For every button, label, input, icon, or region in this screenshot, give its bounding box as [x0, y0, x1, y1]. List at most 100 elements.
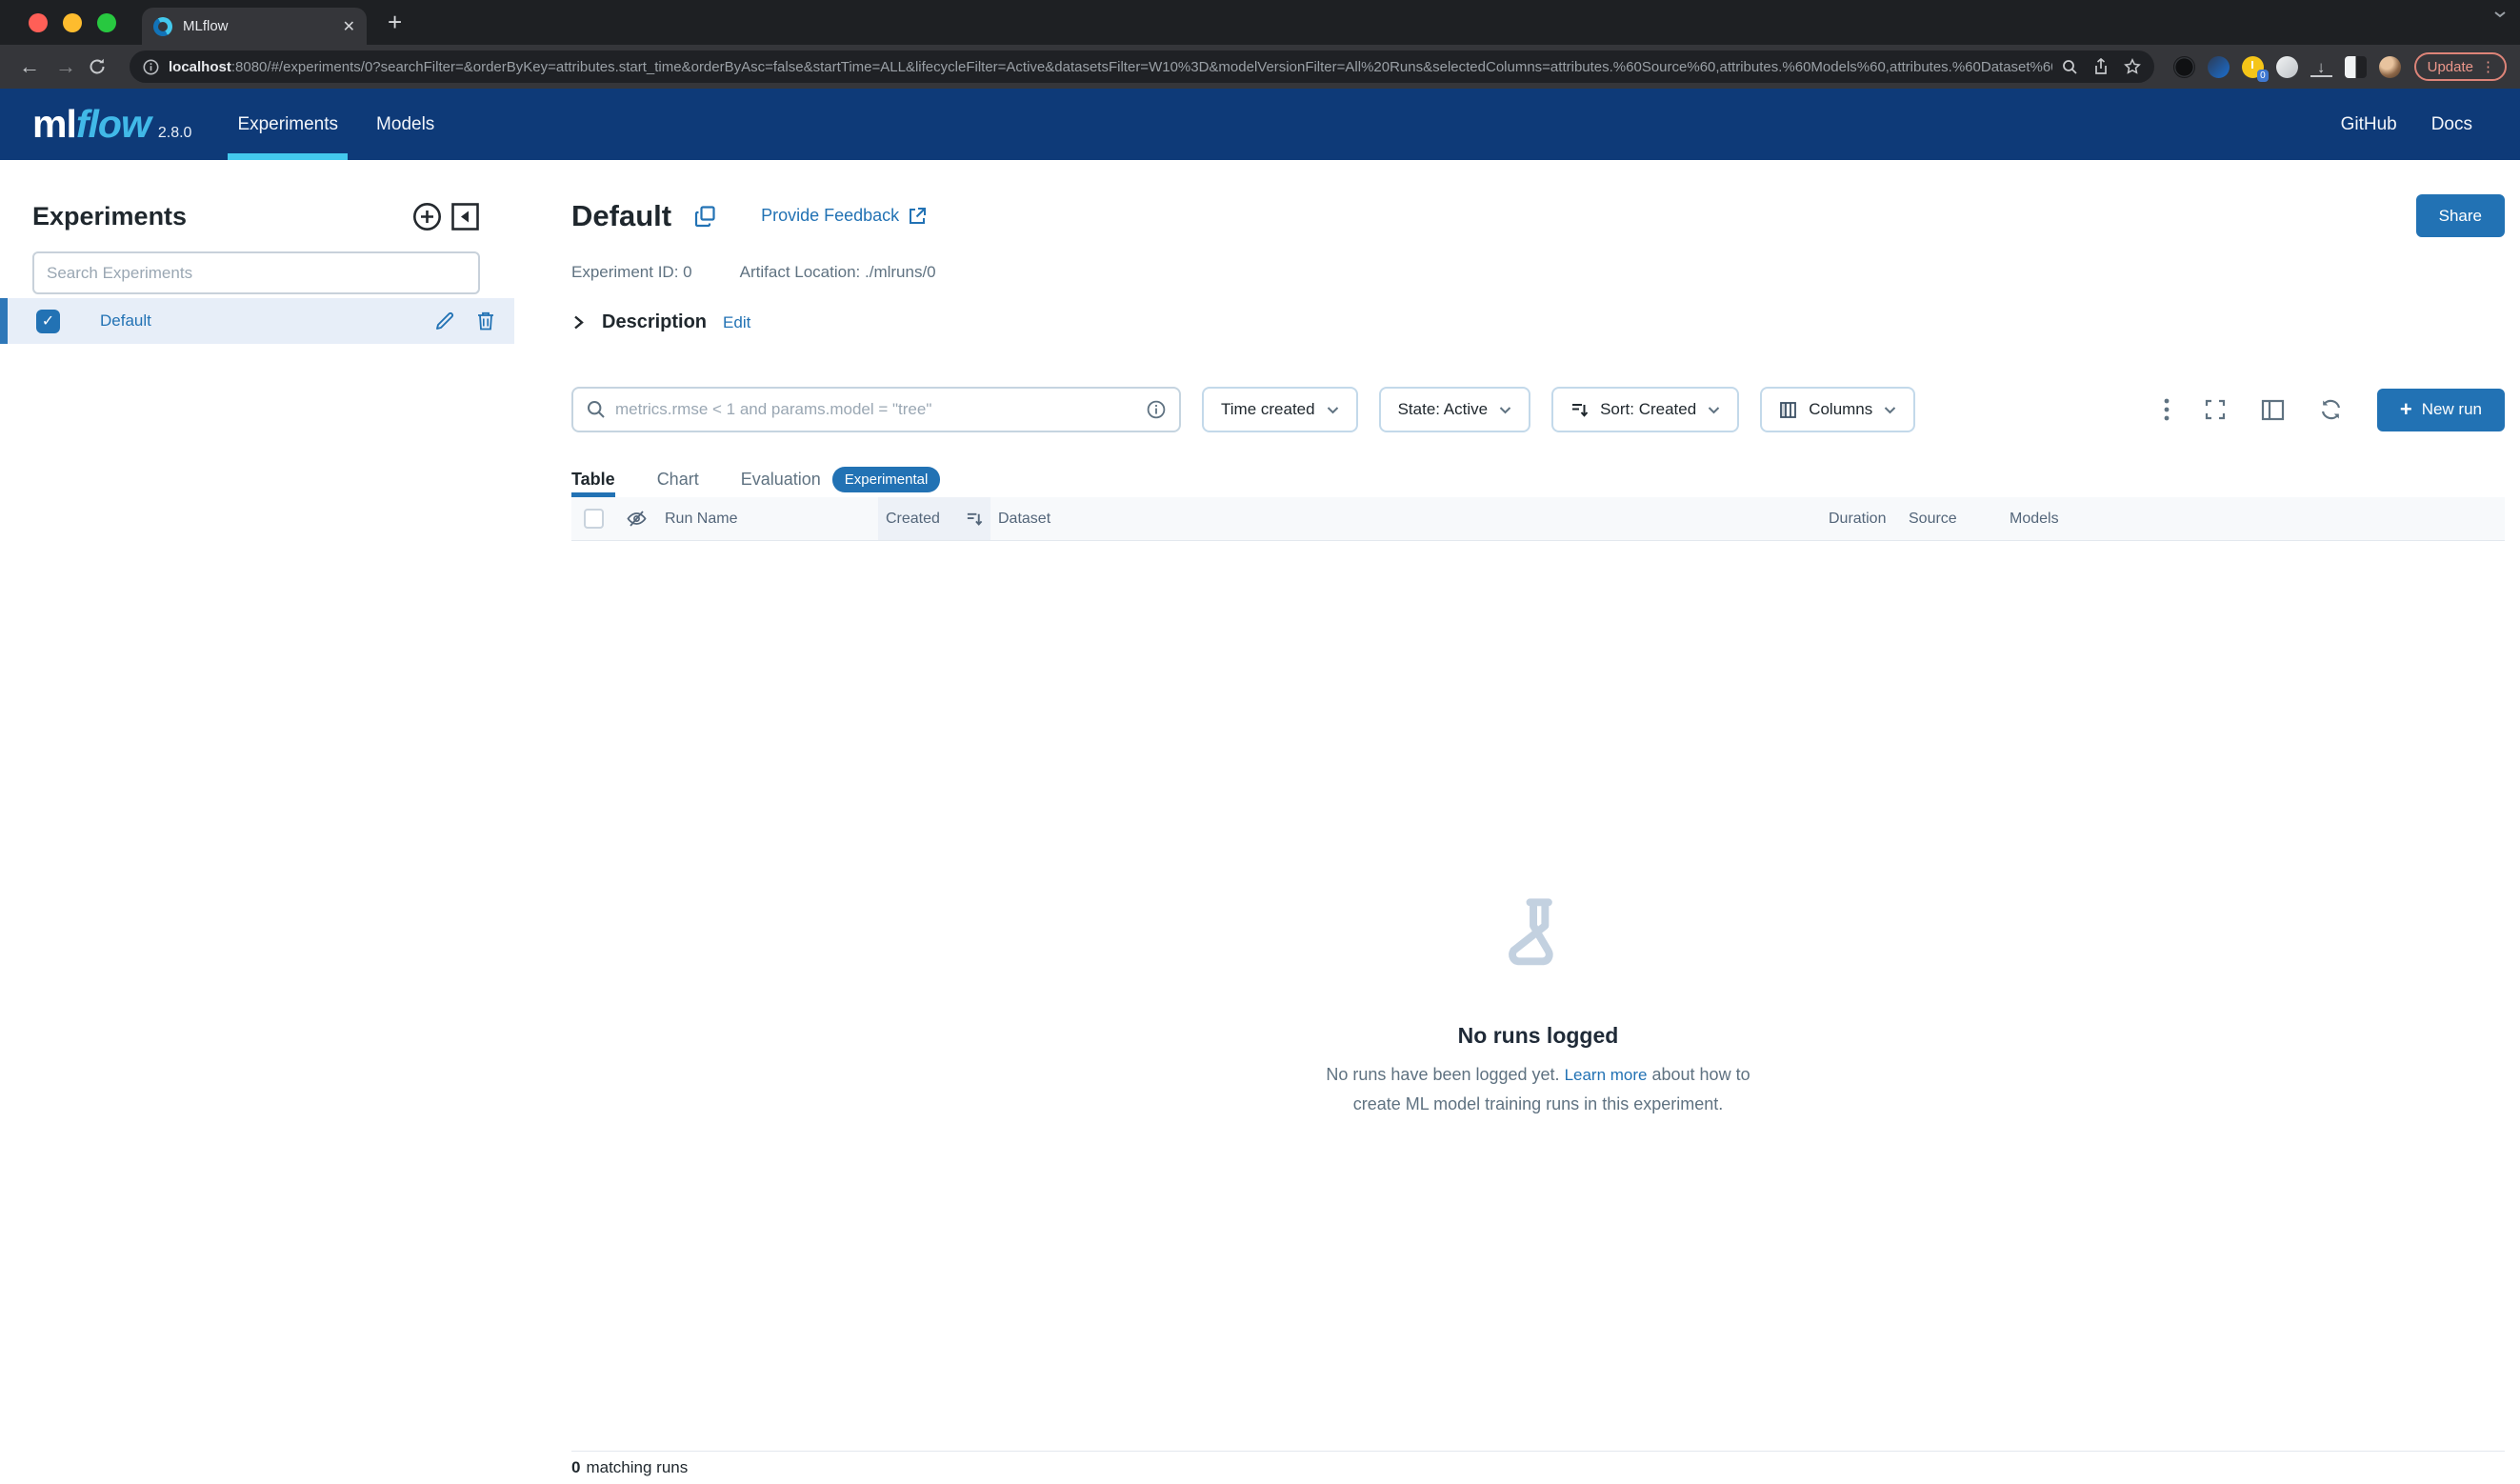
tab-chart[interactable]: Chart — [657, 461, 699, 497]
share-button[interactable]: Share — [2416, 194, 2505, 237]
extensions-row: 0 ↓ — [2173, 56, 2401, 78]
description-chevron-icon[interactable] — [571, 314, 586, 331]
reload-icon[interactable] — [88, 57, 116, 76]
edit-experiment-icon[interactable] — [434, 311, 455, 331]
experiment-checkbox[interactable]: ✓ — [36, 310, 60, 333]
state-filter[interactable]: State: Active — [1379, 387, 1531, 432]
provide-feedback-link[interactable]: Provide Feedback — [761, 206, 927, 226]
tab-evaluation[interactable]: Evaluation — [741, 461, 821, 497]
fullscreen-icon[interactable] — [2204, 398, 2227, 421]
header-links: GitHub Docs — [2328, 89, 2486, 160]
minimize-window-button[interactable] — [63, 13, 82, 32]
refresh-icon[interactable] — [2319, 398, 2343, 421]
zoom-page-icon[interactable] — [2062, 59, 2078, 75]
side-panel-icon[interactable] — [2261, 399, 2285, 421]
github-link[interactable]: GitHub — [2328, 114, 2410, 135]
flask-icon — [1500, 895, 1576, 985]
extension-icon-4[interactable] — [2276, 56, 2298, 78]
view-tabs: Table Chart Evaluation Experimental — [571, 461, 2505, 497]
nav-experiments[interactable]: Experiments — [218, 89, 357, 160]
copy-icon[interactable] — [694, 205, 717, 228]
forward-icon[interactable]: → — [51, 54, 80, 79]
extension-icon-3[interactable]: 0 — [2242, 56, 2264, 78]
extension-icon-5[interactable] — [2345, 56, 2367, 78]
column-source[interactable]: Source — [1901, 497, 2002, 540]
more-options-kebab-icon[interactable] — [2164, 398, 2170, 421]
nav-models[interactable]: Models — [357, 89, 453, 160]
app-header: mlflow 2.8.0 Experiments Models GitHub D… — [0, 89, 2520, 160]
browser-tab[interactable]: MLflow ✕ — [142, 8, 367, 45]
column-duration[interactable]: Duration — [1821, 497, 1901, 540]
chevron-down-icon — [1708, 406, 1720, 414]
matching-runs-count: 0 — [571, 1458, 580, 1477]
browser-menu-kebab-icon[interactable]: ⋮ — [2481, 58, 2495, 75]
tab-close-icon[interactable]: ✕ — [343, 17, 355, 36]
extension-badge: 0 — [2257, 70, 2269, 82]
url-path: :8080/#/experiments/0?searchFilter=&orde… — [231, 59, 2052, 75]
browser-tab-strip: MLflow ✕ + — [0, 0, 2520, 45]
tab-strip-chevron-icon[interactable] — [2493, 10, 2507, 19]
experiment-search-input[interactable] — [47, 264, 466, 283]
extension-icon-1[interactable] — [2173, 56, 2195, 78]
logo-ml-text: ml — [32, 102, 76, 147]
mlflow-favicon-icon — [153, 17, 172, 36]
sidebar-title: Experiments — [32, 202, 412, 231]
empty-state-title: No runs logged — [1458, 1023, 1619, 1049]
time-created-filter[interactable]: Time created — [1202, 387, 1358, 432]
close-window-button[interactable] — [29, 13, 48, 32]
extension-icon-2[interactable] — [2208, 56, 2230, 78]
zoom-window-button[interactable] — [97, 13, 116, 32]
plus-icon: + — [2400, 399, 2412, 420]
column-models[interactable]: Models — [2002, 497, 2505, 540]
description-label: Description — [602, 311, 707, 333]
column-run-name[interactable]: Run Name — [657, 497, 878, 540]
experiment-name[interactable]: Default — [100, 311, 434, 331]
site-info-icon[interactable] — [143, 59, 159, 75]
search-icon — [587, 400, 606, 419]
learn-more-link[interactable]: Learn more — [1565, 1066, 1648, 1084]
new-tab-button[interactable]: + — [388, 8, 402, 37]
runs-search-input[interactable] — [615, 400, 1137, 419]
create-experiment-icon[interactable] — [412, 202, 442, 231]
visibility-eye-off-icon[interactable] — [615, 497, 657, 540]
select-all-checkbox[interactable] — [571, 497, 615, 540]
chrome-update-chip[interactable]: Update ⋮ — [2414, 52, 2507, 81]
artifact-location: Artifact Location: ./mlruns/0 — [740, 263, 936, 282]
experiment-main-panel: Default Provide Feedback Share Experimen… — [514, 160, 2520, 1484]
description-edit-link[interactable]: Edit — [723, 313, 750, 332]
runs-search-box[interactable] — [571, 387, 1181, 432]
matching-runs-label: matching runs — [586, 1458, 688, 1477]
experiment-search-box[interactable] — [32, 251, 480, 294]
logo-flow-text: flow — [76, 102, 150, 147]
search-info-icon[interactable] — [1147, 400, 1166, 419]
experimental-badge: Experimental — [832, 467, 941, 492]
downloads-icon[interactable]: ↓ — [2310, 57, 2332, 77]
back-icon[interactable]: ← — [15, 54, 44, 79]
sort-desc-icon[interactable] — [966, 511, 983, 528]
main-nav: Experiments Models — [218, 89, 453, 160]
sidebar-item-default[interactable]: ✓ Default — [0, 298, 514, 344]
profile-avatar[interactable] — [2379, 56, 2401, 78]
new-run-button[interactable]: + New run — [2377, 389, 2505, 431]
chevron-down-icon — [1327, 406, 1339, 414]
experiment-id: Experiment ID: 0 — [571, 263, 692, 282]
update-label: Update — [2428, 59, 2473, 75]
docs-link[interactable]: Docs — [2418, 114, 2486, 135]
page-title: Default — [571, 199, 671, 233]
url-host: localhost — [169, 59, 231, 75]
bookmark-star-icon[interactable] — [2124, 58, 2141, 75]
browser-toolbar: ← → localhost:8080/#/experiments/0?searc… — [0, 45, 2520, 89]
delete-experiment-icon[interactable] — [476, 311, 495, 331]
mlflow-logo[interactable]: mlflow 2.8.0 — [32, 89, 191, 160]
sort-selector[interactable]: Sort: Created — [1551, 387, 1739, 432]
share-icon[interactable] — [2093, 58, 2109, 75]
empty-state: No runs logged No runs have been logged … — [571, 541, 2505, 1451]
tab-title: MLflow — [183, 18, 343, 34]
collapse-sidebar-icon[interactable] — [450, 202, 480, 231]
column-created[interactable]: Created — [878, 497, 990, 540]
tab-table[interactable]: Table — [571, 461, 615, 497]
columns-icon — [1779, 401, 1797, 419]
column-dataset[interactable]: Dataset — [990, 497, 1821, 540]
columns-selector[interactable]: Columns — [1760, 387, 1915, 432]
address-bar[interactable]: localhost:8080/#/experiments/0?searchFil… — [130, 50, 2154, 83]
